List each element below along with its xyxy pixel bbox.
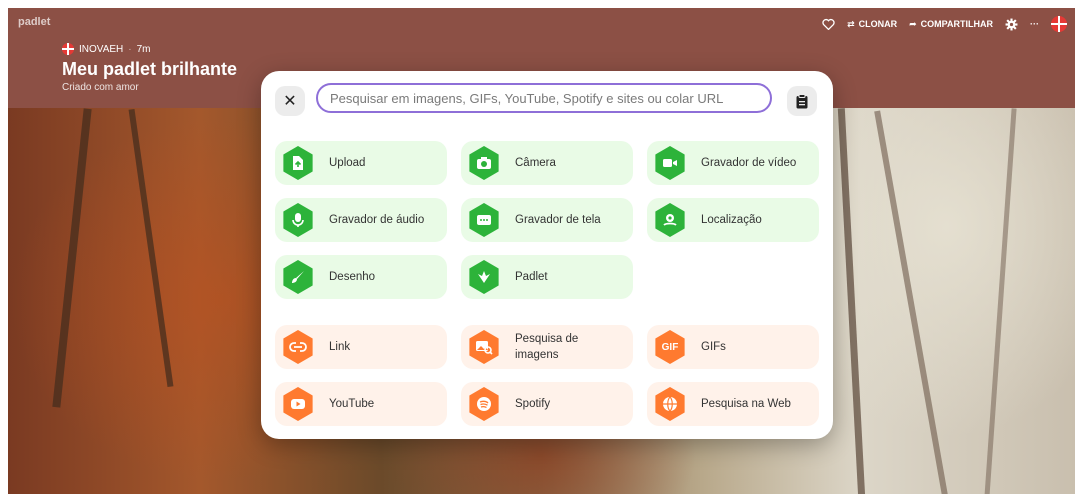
add-content-modal: ✕ Upload Câmera Gravador de vídeo Gravad… xyxy=(261,71,833,439)
option-label: GIFs xyxy=(701,341,726,353)
close-button[interactable]: ✕ xyxy=(275,86,305,116)
close-icon: ✕ xyxy=(283,93,297,110)
option-screen-recorder[interactable]: Gravador de tela xyxy=(461,198,633,242)
heart-icon xyxy=(822,18,835,30)
image-search-icon xyxy=(469,330,499,364)
option-label: Pesquisa de imagens xyxy=(515,333,579,361)
clone-button[interactable]: ⇄ CLONAR xyxy=(847,19,897,30)
background-tree xyxy=(128,108,174,388)
brush-icon xyxy=(283,260,313,294)
option-link[interactable]: Link xyxy=(275,325,447,369)
separator-dot: · xyxy=(128,43,132,55)
spotify-icon xyxy=(469,387,499,421)
microphone-icon xyxy=(283,203,313,237)
option-gifs[interactable]: GIF GIFs xyxy=(647,325,819,369)
option-drawing[interactable]: Desenho xyxy=(275,255,447,299)
option-location[interactable]: Localização xyxy=(647,198,819,242)
share-icon: ➦ xyxy=(909,18,917,29)
option-camera[interactable]: Câmera xyxy=(461,141,633,185)
top-actions: ⇄ CLONAR ➦ COMPARTILHAR ··· xyxy=(822,16,1067,32)
gear-icon xyxy=(1005,18,1018,30)
settings-button[interactable] xyxy=(1005,18,1018,31)
option-label: Gravador de tela xyxy=(515,214,601,226)
screen-recorder-icon xyxy=(469,203,499,237)
search-input[interactable] xyxy=(316,83,772,113)
clone-icon: ⇄ xyxy=(847,18,855,29)
option-label: Link xyxy=(329,341,351,353)
option-label: YouTube xyxy=(329,398,375,410)
option-label: Gravador de áudio xyxy=(329,214,425,226)
paste-button[interactable] xyxy=(787,86,817,116)
option-label: Upload xyxy=(329,157,366,169)
option-label: Pesquisa na Web xyxy=(701,398,791,410)
option-spotify[interactable]: Spotify xyxy=(461,382,633,426)
background-tree xyxy=(837,108,866,494)
option-youtube[interactable]: YouTube xyxy=(275,382,447,426)
share-label: COMPARTILHAR xyxy=(920,19,993,29)
board-subtitle: Criado com amor xyxy=(62,82,139,93)
option-label: Localização xyxy=(701,214,762,226)
upload-file-icon xyxy=(283,146,313,180)
option-label: Gravador de vídeo xyxy=(701,157,797,169)
option-label: Spotify xyxy=(515,398,551,410)
more-button[interactable]: ··· xyxy=(1030,19,1039,29)
background-tree xyxy=(984,108,1017,494)
camera-icon xyxy=(469,146,499,180)
background-tree xyxy=(52,108,92,408)
globe-icon xyxy=(655,387,685,421)
post-time: 7m xyxy=(136,43,151,55)
location-icon xyxy=(655,203,685,237)
youtube-icon xyxy=(283,387,313,421)
link-icon xyxy=(283,330,313,364)
gif-icon: GIF xyxy=(655,330,685,364)
board-title: Meu padlet brilhante xyxy=(62,59,238,79)
background-tree xyxy=(874,110,948,494)
share-button[interactable]: ➦ COMPARTILHAR xyxy=(909,19,993,30)
padlet-logo[interactable]: padlet xyxy=(18,16,50,28)
video-camera-icon xyxy=(655,146,685,180)
author-avatar[interactable] xyxy=(62,43,74,55)
option-label: Padlet xyxy=(515,271,548,283)
option-upload[interactable]: Upload xyxy=(275,141,447,185)
clone-label: CLONAR xyxy=(858,19,898,29)
option-audio-recorder[interactable]: Gravador de áudio xyxy=(275,198,447,242)
option-web-search[interactable]: Pesquisa na Web xyxy=(647,382,819,426)
clipboard-icon xyxy=(796,93,808,108)
option-label: Desenho xyxy=(329,271,376,283)
option-image-search[interactable]: Pesquisa de imagens xyxy=(461,325,633,369)
option-label: Câmera xyxy=(515,157,556,169)
author-info: INOVAEH · 7m xyxy=(62,43,151,55)
padlet-icon xyxy=(469,260,499,294)
option-video-recorder[interactable]: Gravador de vídeo xyxy=(647,141,819,185)
author-name[interactable]: INOVAEH xyxy=(79,44,123,55)
option-padlet[interactable]: Padlet xyxy=(461,255,633,299)
user-avatar[interactable] xyxy=(1051,16,1067,32)
like-button[interactable] xyxy=(822,18,835,30)
